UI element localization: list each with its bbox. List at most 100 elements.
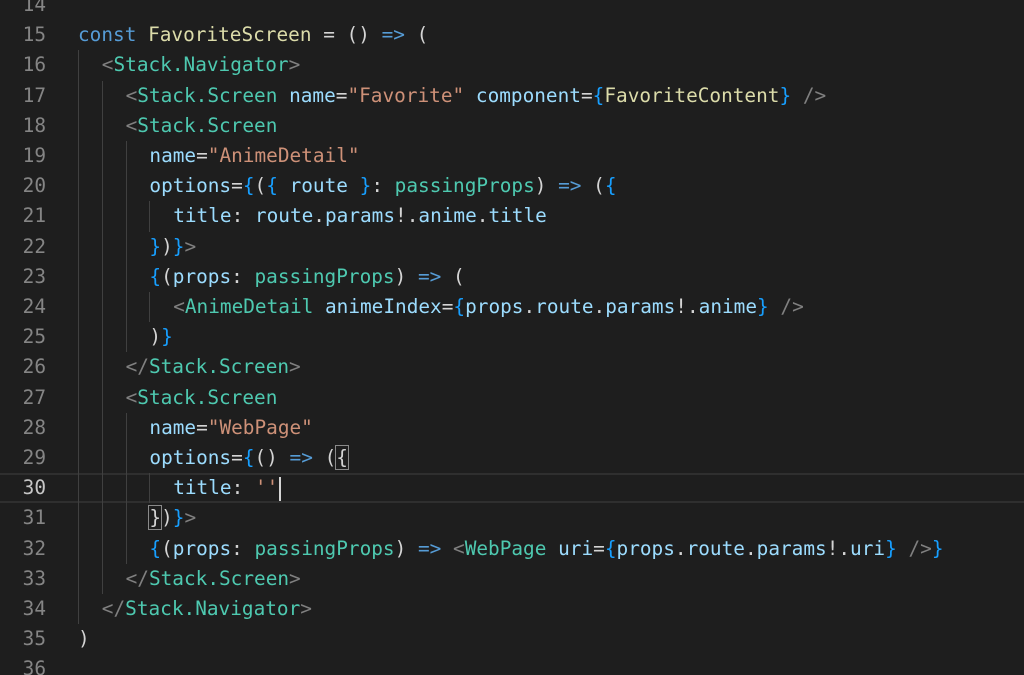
code-line[interactable]: 30 title: '' (0, 473, 1024, 504)
code-token: params (605, 295, 676, 318)
code-token: { (592, 83, 605, 107)
line-number: 34 (22, 597, 46, 620)
code-line[interactable]: 20 options={({ route }: passingProps) => … (0, 171, 1024, 201)
code-token: uri (850, 536, 886, 560)
line-number: 33 (22, 566, 46, 590)
code-token: => (558, 174, 582, 198)
code-line[interactable]: 28 name="WebPage" (0, 413, 1024, 443)
code-token: name (149, 144, 197, 167)
code-token: } (172, 506, 185, 530)
code-text: <Stack.Navigator> (102, 50, 301, 80)
code-token: /> (802, 83, 827, 107)
code-token: anime (698, 295, 758, 318)
code-line[interactable]: 18 <Stack.Screen (0, 111, 1024, 141)
line-number: 27 (22, 385, 46, 409)
code-token: route (535, 295, 594, 318)
code-token: props (465, 295, 524, 318)
code-token: { (149, 536, 162, 560)
code-line[interactable]: 19 name="AnimeDetail" (0, 141, 1024, 171)
code-token: { (453, 295, 466, 318)
code-token: < (125, 113, 138, 137)
code-token: ( (441, 264, 465, 288)
code-token: < (173, 295, 185, 318)
indent-guide (149, 292, 151, 323)
code-token: : (231, 204, 255, 228)
code-text: options={({ route }: passingProps) => ({ (149, 171, 616, 201)
code-text: name="WebPage" (149, 413, 312, 443)
code-token: } (931, 536, 944, 560)
code-text: options={() => ({ (149, 443, 349, 473)
code-token: !. (395, 204, 419, 228)
code-token: route (254, 204, 314, 228)
line-number: 23 (22, 264, 46, 288)
line-number: 31 (22, 506, 46, 530)
code-text: </Stack.Screen> (126, 352, 301, 382)
code-line[interactable]: 31})}> (0, 503, 1024, 533)
code-token: FavoriteContent (604, 83, 780, 107)
code-token: . (744, 536, 757, 560)
code-editor[interactable]: 14 15 const FavoriteScreen = () => (16 <Sta… (0, 0, 1024, 675)
code-token: > (184, 234, 197, 258)
code-token: title (173, 204, 232, 228)
code-line[interactable]: 27 <Stack.Screen (0, 383, 1024, 413)
code-token: Stack.Screen (137, 113, 278, 137)
code-token: = (231, 174, 243, 198)
line-number: 21 (22, 204, 46, 228)
code-token: < (453, 536, 465, 560)
code-line[interactable]: 26 </Stack.Screen> (0, 352, 1024, 382)
line-number: 14 (22, 0, 46, 16)
code-token: FavoriteScreen (148, 23, 312, 47)
code-line[interactable]: 36 (0, 654, 1024, 675)
code-line[interactable]: 14 (0, 0, 1024, 20)
code-line[interactable]: 35) (0, 624, 1024, 654)
code-token: ) (149, 325, 162, 349)
code-line[interactable]: 22})}> (0, 232, 1024, 262)
code-token: ) (78, 627, 90, 651)
code-token: WebPage (464, 536, 547, 560)
code-token: Stack.Screen (137, 83, 278, 107)
line-number: 24 (22, 295, 46, 318)
code-line[interactable]: 25)} (0, 322, 1024, 352)
code-token: route (289, 174, 348, 198)
line-number: 30 (22, 476, 46, 500)
code-token: = (196, 144, 208, 167)
code-token: = (231, 446, 243, 469)
line-number: 18 (22, 113, 46, 137)
code-token: /> (780, 295, 804, 318)
code-line[interactable]: 33 </Stack.Screen> (0, 564, 1024, 594)
code-token: } (172, 234, 185, 258)
code-line[interactable]: 34 </Stack.Navigator> (0, 594, 1024, 624)
code-line[interactable]: 15 const FavoriteScreen = () => ( (0, 20, 1024, 50)
code-token: . (593, 295, 606, 318)
code-token: props (616, 536, 675, 560)
code-token: "WebPage" (207, 415, 313, 439)
code-token: > (289, 566, 301, 590)
code-token: > (184, 506, 197, 530)
indent-guide (101, 80, 103, 594)
code-line[interactable]: 24 <AnimeDetail animeIndex={props.route.p… (0, 292, 1024, 322)
code-token: params (756, 536, 827, 560)
code-token: </ (101, 597, 126, 620)
code-line[interactable]: 32 {(props: passingProps) => <WebPage uri… (0, 534, 1024, 564)
code-line[interactable]: 23 {(props: passingProps) => ( (0, 262, 1024, 292)
code-token: > (289, 355, 301, 379)
code-token: < (125, 83, 138, 107)
code-line[interactable]: 29 options={() => ({ (0, 443, 1024, 473)
code-text: )} (149, 322, 172, 352)
code-token: options (149, 174, 232, 198)
line-number: 16 (22, 53, 46, 77)
code-token: . (313, 204, 325, 228)
code-line[interactable]: 16 <Stack.Navigator> (0, 50, 1024, 80)
code-text: name="AnimeDetail" (149, 141, 359, 171)
code-token: { (149, 264, 162, 288)
code-line[interactable]: 17 <Stack.Screen name="Favorite" componen… (0, 81, 1024, 111)
code-line[interactable]: 21 title: route.params!.anime.title (0, 201, 1024, 231)
code-token: ) (534, 174, 559, 198)
text-cursor (279, 476, 282, 501)
